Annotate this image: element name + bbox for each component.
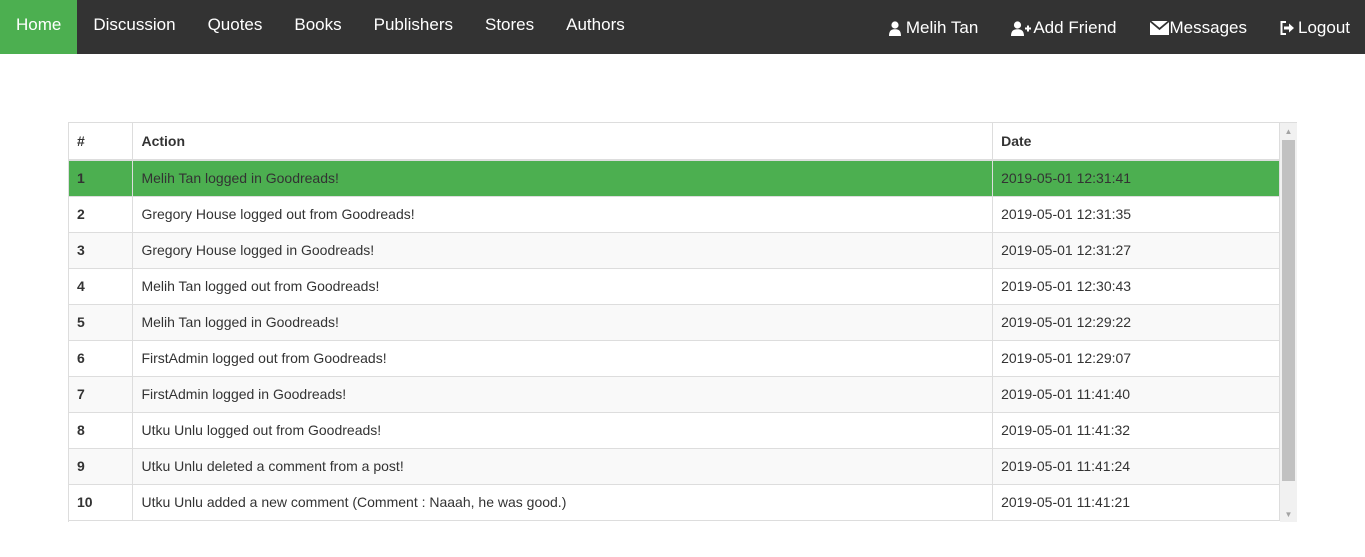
column-header-date: Date <box>992 123 1280 161</box>
column-header-number: # <box>69 123 134 161</box>
nav-messages[interactable]: Messages <box>1133 0 1263 54</box>
messages-label: Messages <box>1169 18 1247 37</box>
nav-stores[interactable]: Stores <box>469 0 550 54</box>
activity-log-table: # Action Date 1 Melih Tan logged in Good… <box>69 123 1280 521</box>
nav-discussion[interactable]: Discussion <box>77 0 191 54</box>
row-action: Melih Tan logged in Goodreads! <box>132 160 994 197</box>
row-number: 4 <box>69 268 134 305</box>
table-row[interactable]: 6 FirstAdmin logged out from Goodreads! … <box>69 340 1280 377</box>
nav-add-friend[interactable]: Add Friend <box>994 0 1132 54</box>
row-date: 2019-05-01 11:41:40 <box>992 376 1280 413</box>
row-date: 2019-05-01 12:29:07 <box>992 340 1280 377</box>
table-row[interactable]: 7 FirstAdmin logged in Goodreads! 2019-0… <box>69 376 1280 413</box>
row-number: 6 <box>69 340 134 377</box>
nav-right-group: Melih Tan Add Friend Messages Logout <box>872 0 1365 54</box>
nav-home[interactable]: Home <box>0 0 78 54</box>
nav-logout[interactable]: Logout <box>1263 0 1365 54</box>
scroll-up-arrow-icon[interactable]: ▲ <box>1280 123 1297 140</box>
row-number: 2 <box>69 196 134 233</box>
row-action: FirstAdmin logged out from Goodreads! <box>132 340 994 377</box>
row-action: Gregory House logged in Goodreads! <box>132 232 994 269</box>
table-header-row: # Action Date <box>69 123 1280 161</box>
nav-authors[interactable]: Authors <box>550 0 641 54</box>
scroll-down-arrow-icon[interactable]: ▼ <box>1280 506 1297 522</box>
row-date: 2019-05-01 11:41:32 <box>992 412 1280 449</box>
table-row[interactable]: 1 Melih Tan logged in Goodreads! 2019-05… <box>69 160 1280 197</box>
row-date: 2019-05-01 11:41:24 <box>992 448 1280 485</box>
row-action: Melih Tan logged in Goodreads! <box>132 304 994 341</box>
row-number: 9 <box>69 448 134 485</box>
table-row[interactable]: 10 Utku Unlu added a new comment (Commen… <box>69 484 1280 521</box>
row-number: 10 <box>69 484 134 521</box>
user-icon <box>888 20 901 36</box>
row-action: Utku Unlu logged out from Goodreads! <box>132 412 994 449</box>
row-date: 2019-05-01 12:31:27 <box>992 232 1280 269</box>
row-action: Utku Unlu added a new comment (Comment :… <box>132 484 994 521</box>
nav-quotes[interactable]: Quotes <box>192 0 279 54</box>
table-row[interactable]: 8 Utku Unlu logged out from Goodreads! 2… <box>69 412 1280 449</box>
row-action: Gregory House logged out from Goodreads! <box>132 196 994 233</box>
row-number: 5 <box>69 304 134 341</box>
row-action: Utku Unlu deleted a comment from a post! <box>132 448 994 485</box>
table-row[interactable]: 2 Gregory House logged out from Goodread… <box>69 196 1280 233</box>
vertical-scrollbar[interactable]: ▲ ▼ <box>1280 123 1297 522</box>
logout-label: Logout <box>1298 18 1350 37</box>
row-date: 2019-05-01 12:29:22 <box>992 304 1280 341</box>
activity-log-container[interactable]: # Action Date 1 Melih Tan logged in Good… <box>68 122 1297 522</box>
logout-icon <box>1280 21 1295 35</box>
table-row[interactable]: 5 Melih Tan logged in Goodreads! 2019-05… <box>69 304 1280 341</box>
column-header-action: Action <box>132 123 994 161</box>
table-row[interactable]: 3 Gregory House logged in Goodreads! 201… <box>69 232 1280 269</box>
row-number: 8 <box>69 412 134 449</box>
nav-user-profile[interactable]: Melih Tan <box>872 0 994 54</box>
row-date: 2019-05-01 11:41:21 <box>992 484 1280 521</box>
nav-publishers[interactable]: Publishers <box>358 0 469 54</box>
row-action: Melih Tan logged out from Goodreads! <box>132 268 994 305</box>
table-row[interactable]: 9 Utku Unlu deleted a comment from a pos… <box>69 448 1280 485</box>
row-action: FirstAdmin logged in Goodreads! <box>132 376 994 413</box>
user-name-label: Melih Tan <box>905 18 979 37</box>
row-number: 1 <box>69 160 134 197</box>
envelope-icon <box>1149 21 1169 35</box>
row-date: 2019-05-01 12:31:35 <box>992 196 1280 233</box>
row-date: 2019-05-01 12:30:43 <box>992 268 1280 305</box>
nav-left-group: Home Discussion Quotes Books Publishers … <box>0 0 641 54</box>
nav-books[interactable]: Books <box>278 0 357 54</box>
add-user-icon <box>1011 20 1032 36</box>
table-row[interactable]: 4 Melih Tan logged out from Goodreads! 2… <box>69 268 1280 305</box>
add-friend-label: Add Friend <box>1033 18 1117 37</box>
top-navbar: Home Discussion Quotes Books Publishers … <box>0 0 1365 54</box>
scroll-thumb[interactable] <box>1282 140 1295 481</box>
row-date: 2019-05-01 12:31:41 <box>992 160 1280 197</box>
row-number: 3 <box>69 232 134 269</box>
row-number: 7 <box>69 376 134 413</box>
